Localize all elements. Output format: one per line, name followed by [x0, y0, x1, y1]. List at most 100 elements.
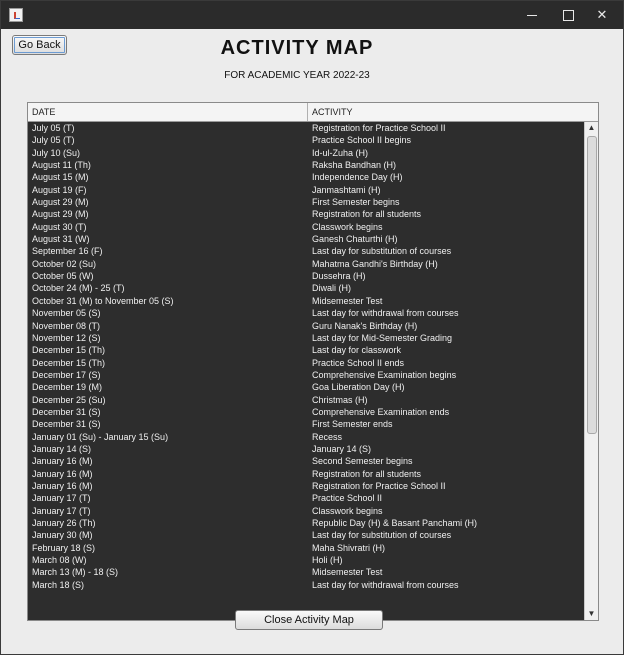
- table-row[interactable]: March 13 (M) - 18 (S) Midsemester Test: [28, 566, 584, 578]
- date-cell: December 25 (Su): [32, 394, 106, 405]
- activity-cell: Classwork begins: [312, 221, 383, 232]
- activity-cell: Last day for classwork: [312, 345, 402, 356]
- scrollbar-thumb[interactable]: [587, 136, 597, 434]
- table-row[interactable]: February 18 (S) Maha Shivratri (H): [28, 542, 584, 554]
- date-cell: August 15 (M): [32, 172, 89, 183]
- date-cell: July 05 (T): [32, 123, 75, 133]
- activity-table: DATE ACTIVITY July 05 (T) Registration fo…: [27, 102, 599, 621]
- date-cell: August 31 (W): [32, 234, 90, 245]
- activity-cell: Janmashtami (H): [312, 184, 381, 195]
- activity-cell: Practice School II ends: [312, 357, 405, 368]
- table-row[interactable]: January 30 (M) Last day for substitution …: [28, 529, 584, 541]
- activity-cell: Last day for substitution of courses: [312, 246, 452, 257]
- table-row[interactable]: October 05 (W) Dussehra (H): [28, 270, 584, 282]
- date-cell: March 13 (M) - 18 (S): [32, 567, 119, 578]
- maximize-icon: [562, 9, 574, 21]
- close-window-button[interactable]: ✕: [579, 1, 624, 29]
- table-row[interactable]: January 16 (M) Registration for Practice …: [28, 480, 584, 492]
- date-cell: August 29 (M): [32, 197, 89, 208]
- table-header: DATE ACTIVITY: [28, 103, 598, 122]
- column-header-date[interactable]: DATE: [28, 103, 308, 121]
- activity-cell: Dussehra (H): [312, 271, 366, 282]
- table-row[interactable]: September 16 (F) Last day for substitutio…: [28, 245, 584, 257]
- close-activity-map-button[interactable]: Close Activity Map: [235, 610, 383, 630]
- activity-cell: Registration for all students: [312, 468, 422, 479]
- table-row[interactable]: December 31 (S) Comprehensive Examination…: [28, 406, 584, 418]
- date-cell: March 18 (S): [32, 579, 85, 590]
- table-row[interactable]: January 16 (M) Registration for all stude…: [28, 468, 584, 480]
- table-row[interactable]: March 18 (S) Last day for withdrawal from…: [28, 579, 584, 591]
- date-cell: December 15 (Th): [32, 357, 106, 368]
- table-row[interactable]: December 15 (Th) Practice School II ends: [28, 357, 584, 369]
- activity-cell: Diwali (H): [312, 283, 351, 294]
- table-row[interactable]: July 05 (T) Practice School II begins: [28, 134, 584, 146]
- table-row[interactable]: August 29 (M) Registration for all studen…: [28, 208, 584, 220]
- date-cell: January 16 (M): [32, 468, 93, 479]
- table-row[interactable]: December 31 (S) First Semester ends: [28, 418, 584, 430]
- activity-cell: Midsemester Test: [312, 295, 383, 306]
- date-cell: October 02 (Su): [32, 258, 97, 269]
- scroll-down-icon[interactable]: ▼: [585, 608, 598, 620]
- date-cell: October 24 (M) - 25 (T): [32, 283, 125, 294]
- table-row[interactable]: August 29 (M) First Semester begins: [28, 196, 584, 208]
- scroll-up-icon[interactable]: ▲: [585, 122, 598, 134]
- activity-cell: Registration for Practice School II: [312, 123, 446, 133]
- close-icon: ✕: [596, 7, 608, 23]
- date-cell: December 31 (S): [32, 419, 101, 430]
- table-row[interactable]: July 10 (Su) Id-ul-Zuha (H): [28, 147, 584, 159]
- table-row[interactable]: November 08 (T) Guru Nanak's Birthday (H): [28, 320, 584, 332]
- activity-cell: Raksha Bandhan (H): [312, 160, 397, 171]
- date-cell: December 31 (S): [32, 406, 101, 417]
- table-row[interactable]: January 14 (S) January 14 (S): [28, 443, 584, 455]
- activity-cell: Comprehensive Examination ends: [312, 406, 450, 417]
- table-row[interactable]: December 19 (M) Goa Liberation Day (H): [28, 381, 584, 393]
- table-row[interactable]: August 15 (M) Independence Day (H): [28, 171, 584, 183]
- activity-cell: Christmas (H): [312, 394, 368, 405]
- activity-cell: Second Semester begins: [312, 456, 413, 467]
- activity-cell: Classwork begins: [312, 505, 383, 516]
- table-row[interactable]: January 17 (T) Classwork begins: [28, 505, 584, 517]
- table-row[interactable]: December 25 (Su) Christmas (H): [28, 394, 584, 406]
- table-row[interactable]: January 16 (M) Second Semester begins: [28, 455, 584, 467]
- activity-cell: Ganesh Chaturthi (H): [312, 234, 398, 245]
- title-bar[interactable]: ✕: [1, 1, 623, 29]
- date-cell: December 15 (Th): [32, 345, 106, 356]
- table-row[interactable]: March 08 (W) Holi (H): [28, 554, 584, 566]
- activity-cell: Last day for withdrawal from courses: [312, 308, 459, 319]
- activity-cell: Last day for withdrawal from courses: [312, 579, 459, 590]
- table-row[interactable]: August 11 (Th) Raksha Bandhan (H): [28, 159, 584, 171]
- date-cell: December 17 (S): [32, 369, 101, 380]
- date-cell: January 30 (M): [32, 530, 93, 541]
- table-row[interactable]: October 31 (M) to November 05 (S) Midseme…: [28, 295, 584, 307]
- date-cell: July 05 (T): [32, 135, 75, 146]
- table-body[interactable]: July 05 (T) Registration for Practice Sch…: [28, 122, 584, 620]
- date-cell: December 19 (M): [32, 382, 103, 393]
- date-cell: August 29 (M): [32, 209, 89, 220]
- activity-cell: Maha Shivratri (H): [312, 542, 386, 553]
- table-row[interactable]: November 12 (S) Last day for Mid-Semester…: [28, 332, 584, 344]
- date-cell: February 18 (S): [32, 542, 96, 553]
- column-header-activity[interactable]: ACTIVITY: [308, 103, 584, 121]
- content-panel: Go Back ACTIVITY MAP FOR ACADEMIC YEAR 2…: [9, 29, 615, 646]
- table-row[interactable]: October 02 (Su) Mahatma Gandhi's Birthday…: [28, 258, 584, 270]
- activity-cell: Comprehensive Examination begins: [312, 369, 457, 380]
- minimize-icon: [527, 14, 537, 16]
- date-cell: October 31 (M) to November 05 (S): [32, 295, 174, 306]
- table-row[interactable]: January 26 (Th) Republic Day (H) & Basant…: [28, 517, 584, 529]
- table-row[interactable]: July 05 (T) Registration for Practice Sch…: [28, 122, 584, 134]
- activity-cell: Mahatma Gandhi's Birthday (H): [312, 258, 438, 269]
- table-row[interactable]: December 17 (S) Comprehensive Examination…: [28, 369, 584, 381]
- vertical-scrollbar[interactable]: ▲ ▼: [584, 122, 598, 620]
- table-row[interactable]: August 19 (F) Janmashtami (H): [28, 184, 584, 196]
- table-row[interactable]: August 30 (T) Classwork begins: [28, 221, 584, 233]
- activity-cell: First Semester begins: [312, 197, 400, 208]
- table-row[interactable]: October 24 (M) - 25 (T) Diwali (H): [28, 282, 584, 294]
- table-row[interactable]: January 17 (T) Practice School II: [28, 492, 584, 504]
- table-row[interactable]: November 05 (S) Last day for withdrawal f…: [28, 307, 584, 319]
- table-row[interactable]: August 31 (W) Ganesh Chaturthi (H): [28, 233, 584, 245]
- table-row[interactable]: January 01 (Su) - January 15 (Su) Recess: [28, 431, 584, 443]
- date-cell: September 16 (F): [32, 246, 103, 257]
- table-row[interactable]: December 15 (Th) Last day for classwork: [28, 344, 584, 356]
- activity-cell: Last day for substitution of courses: [312, 530, 452, 541]
- activity-cell: Recess: [312, 431, 343, 442]
